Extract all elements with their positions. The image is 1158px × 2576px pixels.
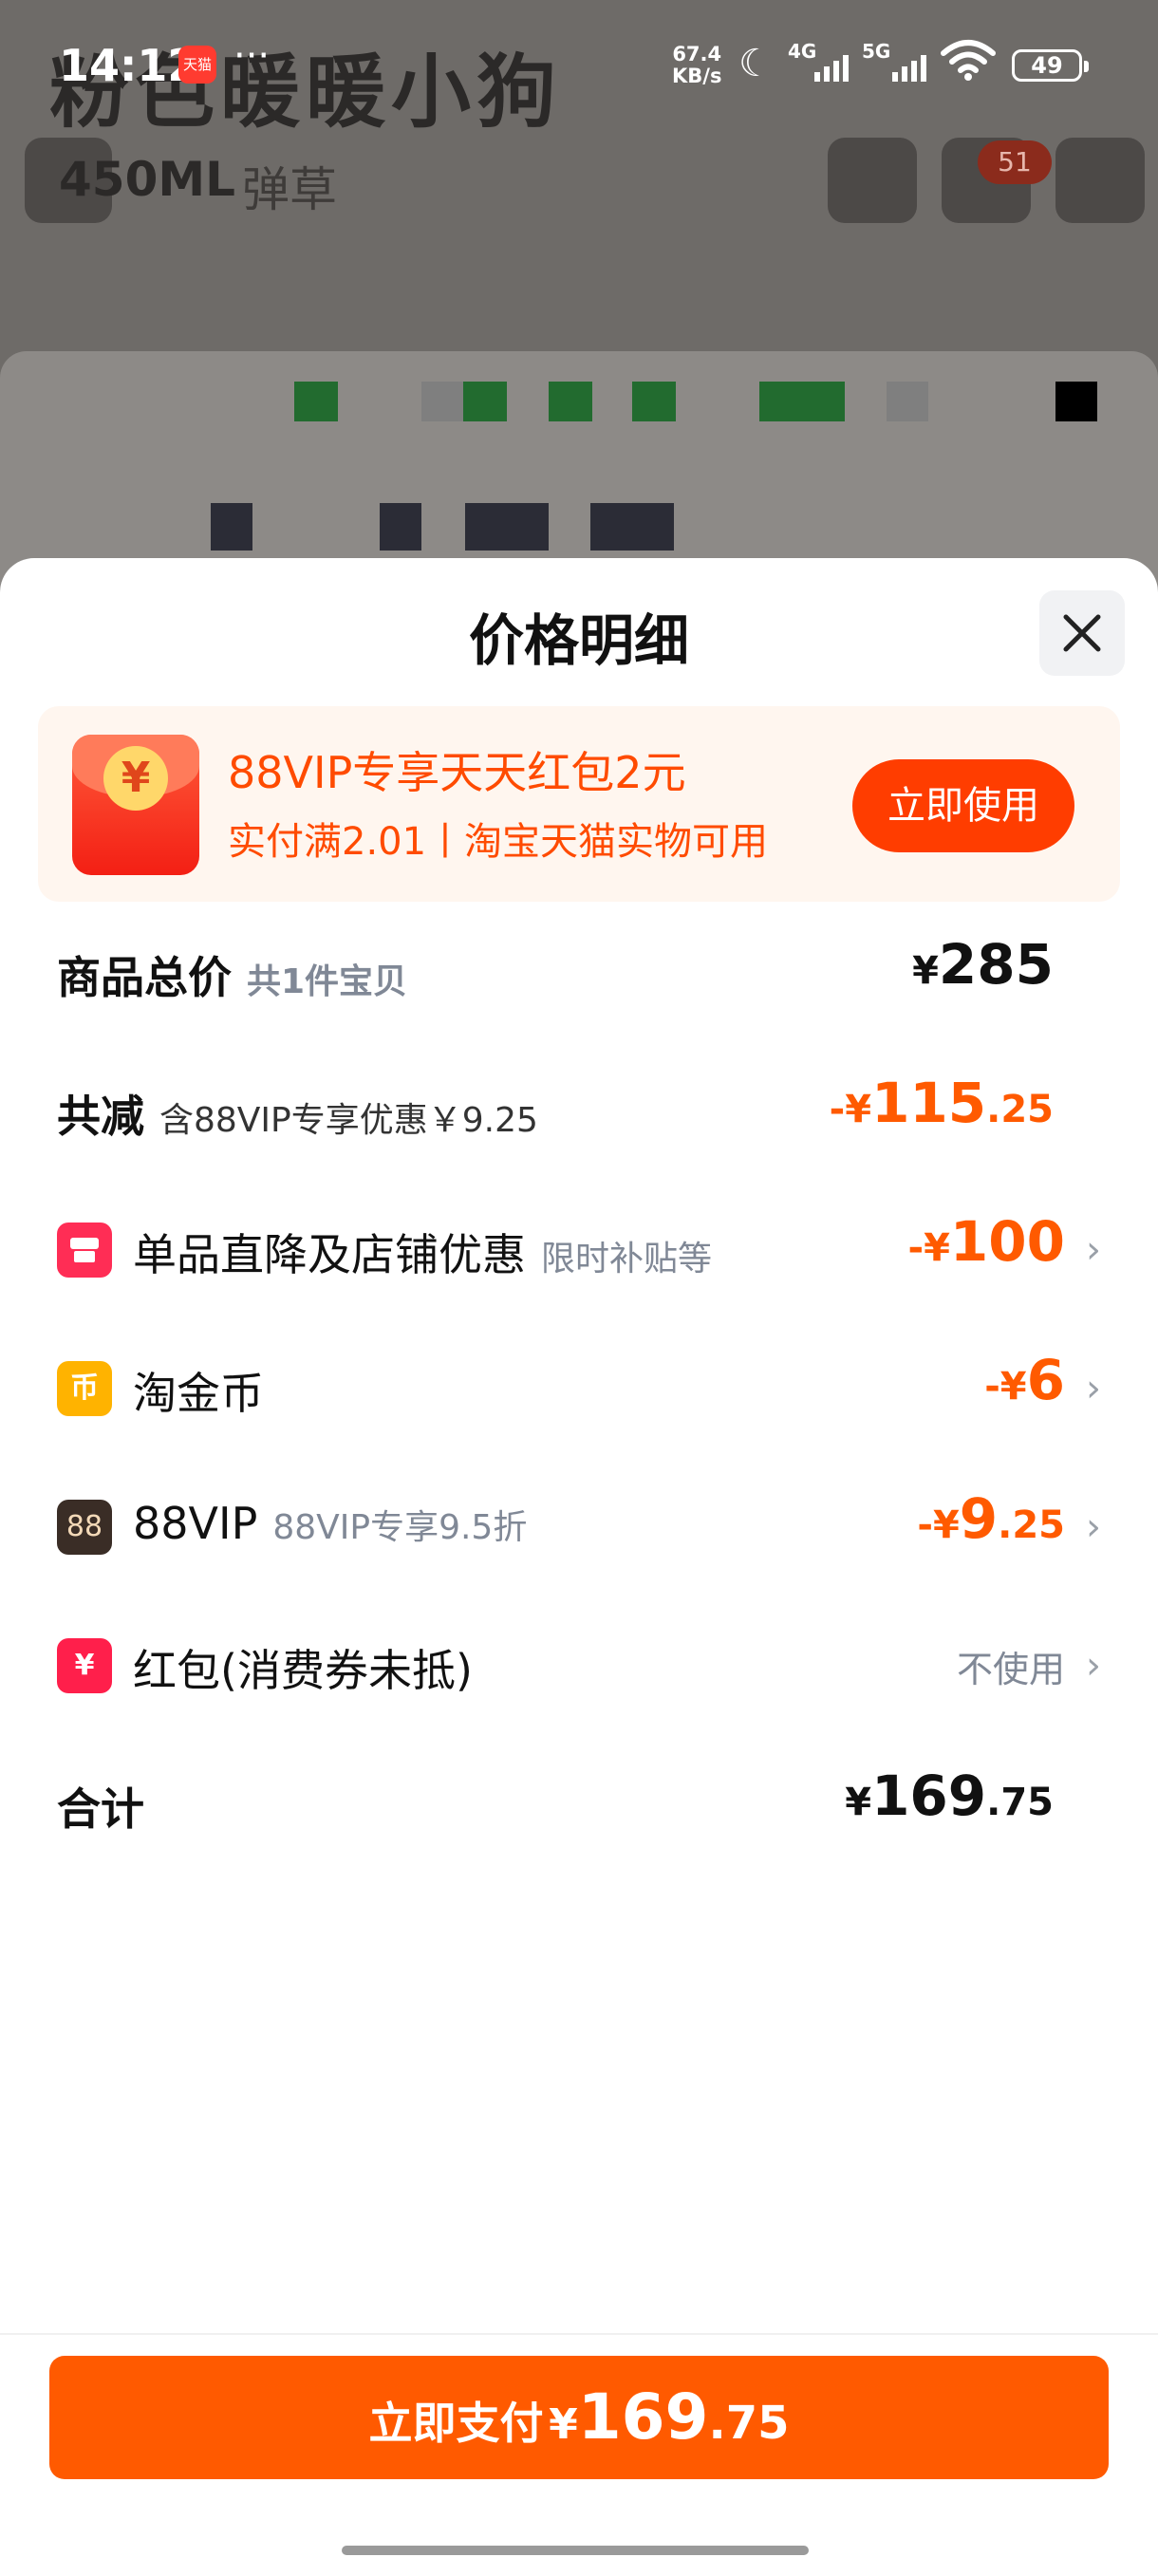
do-not-disturb-icon: ☾	[738, 42, 773, 85]
chevron-right-icon: ›	[1086, 1228, 1101, 1272]
red-envelope-icon: ¥	[72, 735, 199, 875]
total-discount-value: -¥115.25	[829, 1071, 1054, 1135]
total-price-row: 商品总价 共1件宝贝 ¥285	[0, 923, 1158, 1017]
product-volume: 450ML	[59, 152, 235, 207]
red-packet-value: 不使用	[956, 1649, 1065, 1690]
item-count: 共1件宝贝	[247, 962, 408, 1001]
more-notifications-icon: ···	[233, 34, 271, 78]
total-discount-row: 共减 含88VIP专享优惠￥9.25 -¥115.25	[0, 1061, 1158, 1156]
total-discount-label: 共减	[57, 1091, 144, 1142]
taojin-coin-value: -¥6	[984, 1348, 1065, 1412]
status-bar: 14:12 天猫 ··· 67.4 KB/s ☾ 4G 5G 49	[0, 0, 1158, 114]
redacted-block	[549, 382, 592, 421]
sum-label: 合计	[57, 1783, 144, 1835]
pay-now-button[interactable]: 立即支付 ¥169.75	[49, 2356, 1109, 2479]
taojin-coin-label: 淘金币	[133, 1368, 264, 1419]
close-button[interactable]	[1039, 590, 1125, 676]
taojin-coin-row[interactable]: 币 淘金币 -¥6 ›	[0, 1338, 1158, 1433]
wifi-icon	[940, 38, 997, 92]
sum-row: 合计 ¥169.75	[0, 1754, 1158, 1849]
share-button[interactable]	[828, 138, 917, 223]
network-speed-value: 67.4	[672, 43, 722, 65]
signal-bars-icon	[892, 51, 926, 82]
chevron-right-icon: ›	[1086, 1505, 1101, 1549]
more-button[interactable]	[1055, 138, 1145, 223]
sum-value: ¥169.75	[845, 1764, 1054, 1828]
red-packet-row[interactable]: ¥ 红包(消费券未抵) 不使用 ›	[0, 1615, 1158, 1710]
vip-note: 88VIP专享9.5折	[272, 1508, 528, 1547]
total-price-label: 商品总价	[57, 952, 232, 1003]
vip-badge-icon: 88	[57, 1500, 112, 1555]
battery-icon: 49	[1012, 49, 1089, 82]
network-speed-unit: KB/s	[672, 65, 722, 87]
tmall-app-icon: 天猫	[178, 46, 216, 84]
network-speed: 67.4 KB/s	[672, 44, 721, 87]
use-now-button[interactable]: 立即使用	[852, 759, 1074, 852]
chevron-right-icon: ›	[1086, 1367, 1101, 1410]
cart-badge: 51	[978, 140, 1052, 184]
redacted-block	[294, 382, 338, 421]
redacted-block	[1055, 382, 1097, 421]
redacted-block	[887, 382, 928, 421]
close-icon	[1063, 614, 1101, 652]
chevron-right-icon: ›	[1086, 1644, 1101, 1688]
vip-label: 88VIP	[133, 1498, 258, 1549]
coin-icon: ¥	[103, 746, 168, 811]
redacted-block	[759, 382, 845, 421]
store-discount-note: 限时补贴等	[541, 1240, 713, 1279]
pay-amount: 169	[577, 2380, 709, 2454]
promo-title: 88VIP专享天天红包2元	[228, 747, 686, 798]
redacted-block	[463, 382, 507, 421]
red-packet-label: 红包(消费券未抵)	[133, 1645, 473, 1696]
price-detail-sheet: 价格明细 ¥ 88VIP专享天天红包2元 实付满2.01丨淘宝天猫实物可用 立即…	[0, 558, 1158, 2574]
total-price-value: ¥285	[912, 932, 1054, 997]
red-packet-icon: ¥	[57, 1638, 112, 1693]
redacted-block	[380, 503, 421, 551]
vip-discount-value: -¥9.25	[917, 1486, 1065, 1551]
home-indicator[interactable]	[342, 2546, 809, 2555]
status-time: 14:12	[59, 40, 198, 91]
pay-now-label: 立即支付	[368, 2398, 544, 2449]
redacted-block	[421, 382, 463, 421]
coin-badge-icon: 币	[57, 1361, 112, 1416]
store-icon	[57, 1223, 112, 1278]
store-discount-row[interactable]: 单品直降及店铺优惠 限时补贴等 -¥100 ›	[0, 1200, 1158, 1295]
vip-discount-note: 含88VIP专享优惠￥9.25	[159, 1101, 538, 1140]
redacted-block	[590, 503, 674, 551]
store-discount-value: -¥100	[907, 1209, 1065, 1274]
vip-row[interactable]: 88 88VIP 88VIP专享9.5折 -¥9.25 ›	[0, 1477, 1158, 1572]
signal-type-1: 4G	[788, 40, 817, 63]
redacted-block	[632, 382, 676, 421]
sheet-title: 价格明细	[468, 608, 689, 673]
signal-type-2: 5G	[862, 40, 891, 63]
signal-bars-icon	[814, 51, 849, 82]
vip-red-packet-banner: ¥ 88VIP专享天天红包2元 实付满2.01丨淘宝天猫实物可用 立即使用	[38, 706, 1120, 902]
product-volume-suffix: 弹草	[242, 162, 337, 217]
redacted-block	[465, 503, 549, 551]
promo-subtitle: 实付满2.01丨淘宝天猫实物可用	[228, 820, 769, 864]
store-discount-label: 单品直降及店铺优惠	[133, 1229, 526, 1280]
redacted-block	[211, 503, 252, 551]
pay-bar: 立即支付 ¥169.75	[0, 2333, 1158, 2576]
